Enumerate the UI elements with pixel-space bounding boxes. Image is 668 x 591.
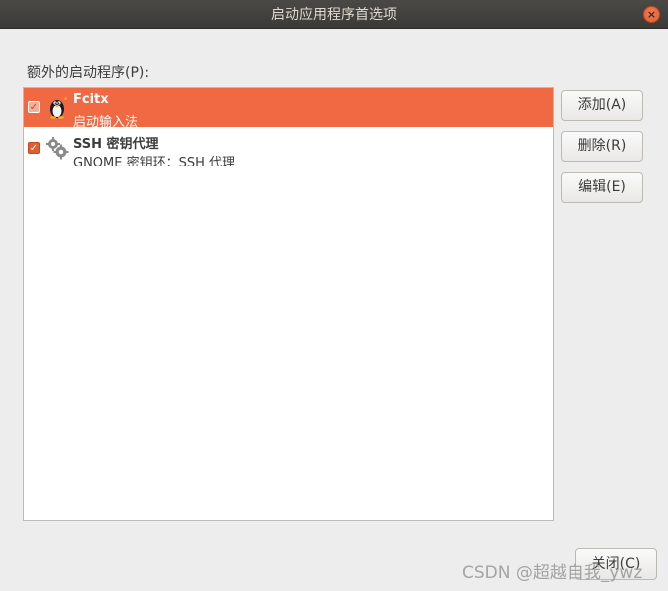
enabled-checkbox[interactable]: ✓ bbox=[28, 142, 40, 154]
program-description: GNOME 密钥环：SSH 代理 bbox=[73, 156, 236, 166]
watermark: CSDN @超越自我_ywz bbox=[462, 563, 643, 583]
section-label: 额外的启动程序(P): bbox=[27, 65, 150, 81]
list-item[interactable]: ✓ SSH 密钥代理 GNOME 密钥环：SSH 代理 bbox=[24, 129, 553, 166]
enabled-checkbox[interactable]: ✓ bbox=[28, 101, 40, 113]
program-description: 启动输入法 bbox=[73, 115, 139, 127]
program-name: SSH 密钥代理 bbox=[73, 137, 159, 152]
list-item[interactable]: ✓ Fcitx 启动输入法 bbox=[24, 88, 553, 127]
edit-button[interactable]: 编辑(E) bbox=[561, 172, 643, 203]
startup-programs-list[interactable]: ✓ Fcitx 启动输入法 ✓ SSH 密钥代理 GNOME 密钥环：SSH 代… bbox=[23, 87, 554, 521]
gears-icon bbox=[46, 137, 69, 160]
tux-icon bbox=[50, 97, 67, 119]
remove-button[interactable]: 删除(R) bbox=[561, 131, 643, 162]
add-button[interactable]: 添加(A) bbox=[561, 90, 643, 121]
window-title: 启动应用程序首选项 bbox=[271, 7, 397, 23]
title-bar: 启动应用程序首选项 × bbox=[0, 0, 668, 29]
close-icon: × bbox=[646, 8, 657, 21]
window-close-button[interactable]: × bbox=[643, 6, 660, 23]
program-name: Fcitx bbox=[73, 92, 109, 107]
